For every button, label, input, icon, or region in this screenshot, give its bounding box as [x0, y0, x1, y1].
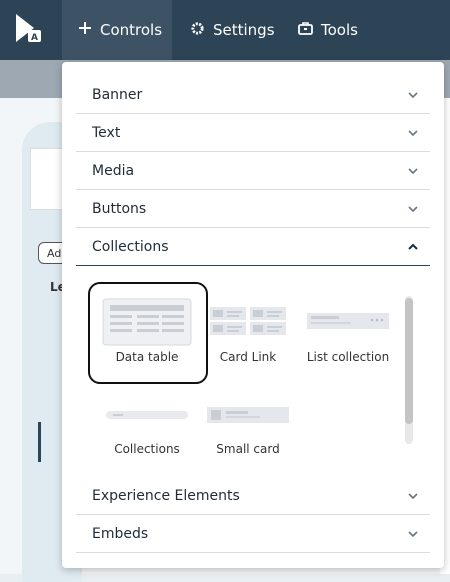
chevron-down-icon — [408, 92, 418, 99]
plus-icon — [78, 21, 92, 39]
collections-thumbnail-icon — [106, 411, 188, 419]
section-label: Embeds — [92, 526, 149, 542]
card-link-thumbnail-icon — [210, 307, 286, 335]
section-label: Banner — [92, 87, 143, 103]
section-label: Experience Elements — [92, 488, 240, 504]
tile-small-card[interactable]: Small card — [205, 406, 291, 460]
tile-label: Small card — [216, 442, 280, 456]
gear-icon — [190, 21, 205, 40]
tile-collections[interactable]: Collections — [100, 408, 194, 464]
section-experience-elements[interactable]: Experience Elements — [76, 477, 430, 515]
background-accent-bar — [38, 422, 41, 462]
tile-label: Card Link — [219, 350, 277, 364]
tile-label: Collections — [114, 442, 180, 456]
app-logo[interactable]: A — [0, 0, 60, 60]
section-label: Collections — [92, 239, 169, 255]
tile-label: Data table — [115, 350, 179, 364]
tile-list-collection[interactable]: List collection — [302, 312, 394, 366]
top-nav-bar: A Controls Settings Tools — [0, 0, 450, 60]
tile-label: List collection — [306, 350, 390, 364]
section-banner[interactable]: Banner — [76, 76, 430, 114]
section-collections[interactable]: Collections — [76, 228, 430, 266]
section-label: Buttons — [92, 201, 147, 217]
nav-settings[interactable]: Settings — [190, 0, 275, 60]
nav-settings-label: Settings — [213, 21, 275, 39]
list-collection-thumbnail-icon — [307, 313, 389, 329]
section-buttons[interactable]: Buttons — [76, 190, 430, 228]
section-embeds[interactable]: Embeds — [76, 515, 430, 553]
section-text[interactable]: Text — [76, 114, 430, 152]
collections-scrollbar-thumb[interactable] — [405, 298, 413, 424]
chevron-down-icon — [408, 531, 418, 538]
chevron-down-icon — [408, 168, 418, 175]
section-media[interactable]: Media — [76, 152, 430, 190]
nav-controls[interactable]: Controls — [62, 0, 172, 60]
section-label: Text — [92, 125, 121, 141]
section-label: Media — [92, 163, 135, 179]
chevron-down-icon — [408, 206, 418, 213]
chevron-down-icon — [408, 493, 418, 500]
data-table-thumbnail-icon — [102, 298, 192, 346]
chevron-up-icon — [408, 243, 418, 250]
chevron-down-icon — [408, 130, 418, 137]
svg-text:A: A — [31, 33, 38, 43]
tile-data-table[interactable]: Data table — [100, 298, 194, 368]
toolbox-icon — [298, 21, 313, 39]
nav-tools[interactable]: Tools — [298, 0, 358, 60]
nav-controls-label: Controls — [100, 21, 163, 39]
nav-tools-label: Tools — [321, 21, 358, 39]
small-card-thumbnail-icon — [207, 407, 289, 423]
tile-card-link[interactable]: Card Link — [208, 306, 288, 366]
